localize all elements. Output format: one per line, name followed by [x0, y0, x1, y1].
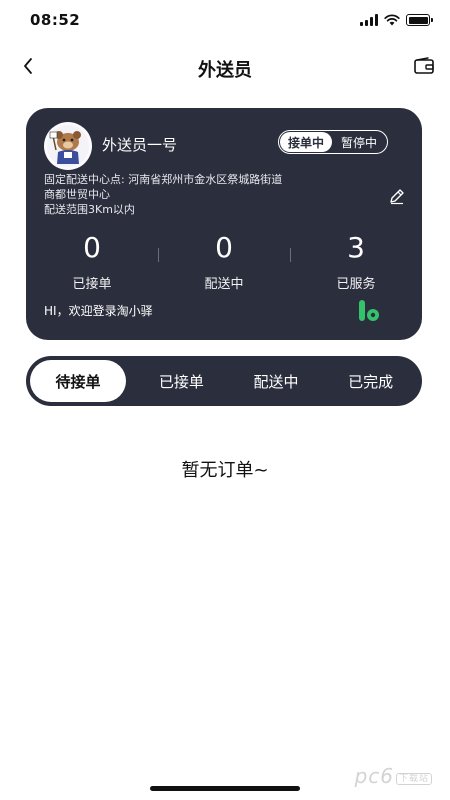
page-title: 外送员: [198, 60, 252, 81]
stat-label: 已接单: [72, 277, 112, 292]
status-bar: 08:52: [0, 0, 450, 44]
watermark-badge: 下载站: [395, 773, 432, 785]
app-screen: 08:52 外送员 外送员一号 接单中 暂停中 固定配送中心点: 河南省郑州市金…: [0, 0, 450, 800]
stat-value: 3: [347, 231, 365, 264]
brand-logo-icon: [359, 300, 379, 321]
watermark: pc6 下载站: [355, 764, 432, 788]
accepting-orders-option[interactable]: 接单中: [280, 132, 332, 152]
edit-address-button[interactable]: [386, 185, 408, 207]
empty-state-text: 暂无订单~: [181, 460, 269, 481]
wifi-icon: [384, 14, 400, 26]
welcome-text: HI，欢迎登录淘小驿: [44, 304, 153, 318]
nav-bar: 外送员: [0, 44, 450, 88]
wallet-button[interactable]: [410, 52, 438, 80]
delivery-address: 固定配送中心点: 河南省郑州市金水区祭城路街道 商都世贸中心 配送范围3Km以内: [44, 172, 364, 217]
stat-divider: [158, 248, 159, 262]
battery-icon: [406, 14, 433, 26]
stat-value: 0: [215, 231, 233, 264]
tab-delivering[interactable]: 配送中: [229, 360, 324, 402]
pencil-icon: [390, 189, 404, 205]
home-indicator[interactable]: [150, 786, 300, 791]
avatar[interactable]: [44, 122, 92, 170]
watermark-text: pc6: [354, 764, 394, 788]
status-time: 08:52: [30, 11, 81, 29]
tab-completed[interactable]: 已完成: [323, 360, 418, 402]
stat-label: 已服务: [336, 277, 376, 292]
courier-name: 外送员一号: [102, 136, 178, 154]
mascot-avatar-icon: [47, 125, 89, 167]
wallet-icon: [414, 57, 434, 74]
status-icons: [360, 14, 433, 26]
stat-value: 0: [83, 231, 101, 264]
battery-level: [408, 16, 428, 24]
delivery-range: 配送范围3Km以内: [44, 203, 135, 216]
paused-option[interactable]: 暂停中: [332, 132, 386, 152]
work-status-toggle[interactable]: 接单中 暂停中: [278, 130, 388, 154]
stat-label: 配送中: [204, 277, 244, 292]
stat-divider: [290, 248, 291, 262]
tab-accepted[interactable]: 已接单: [134, 360, 229, 402]
order-tabs: 待接单 已接单 配送中 已完成: [26, 356, 422, 406]
stat-served[interactable]: 3 已服务: [290, 232, 422, 292]
address-line-1: 固定配送中心点: 河南省郑州市金水区祭城路街道: [44, 173, 283, 186]
cellular-signal-icon: [360, 14, 378, 26]
stat-accepted[interactable]: 0 已接单: [26, 231, 158, 293]
order-stats: 0 已接单 0 配送中 3 已服务: [26, 231, 422, 293]
tab-pending[interactable]: 待接单: [30, 360, 126, 402]
address-line-2: 商都世贸中心: [44, 188, 110, 201]
stat-delivering[interactable]: 0 配送中: [158, 232, 290, 292]
courier-card: 外送员一号 接单中 暂停中 固定配送中心点: 河南省郑州市金水区祭城路街道 商都…: [26, 108, 422, 340]
